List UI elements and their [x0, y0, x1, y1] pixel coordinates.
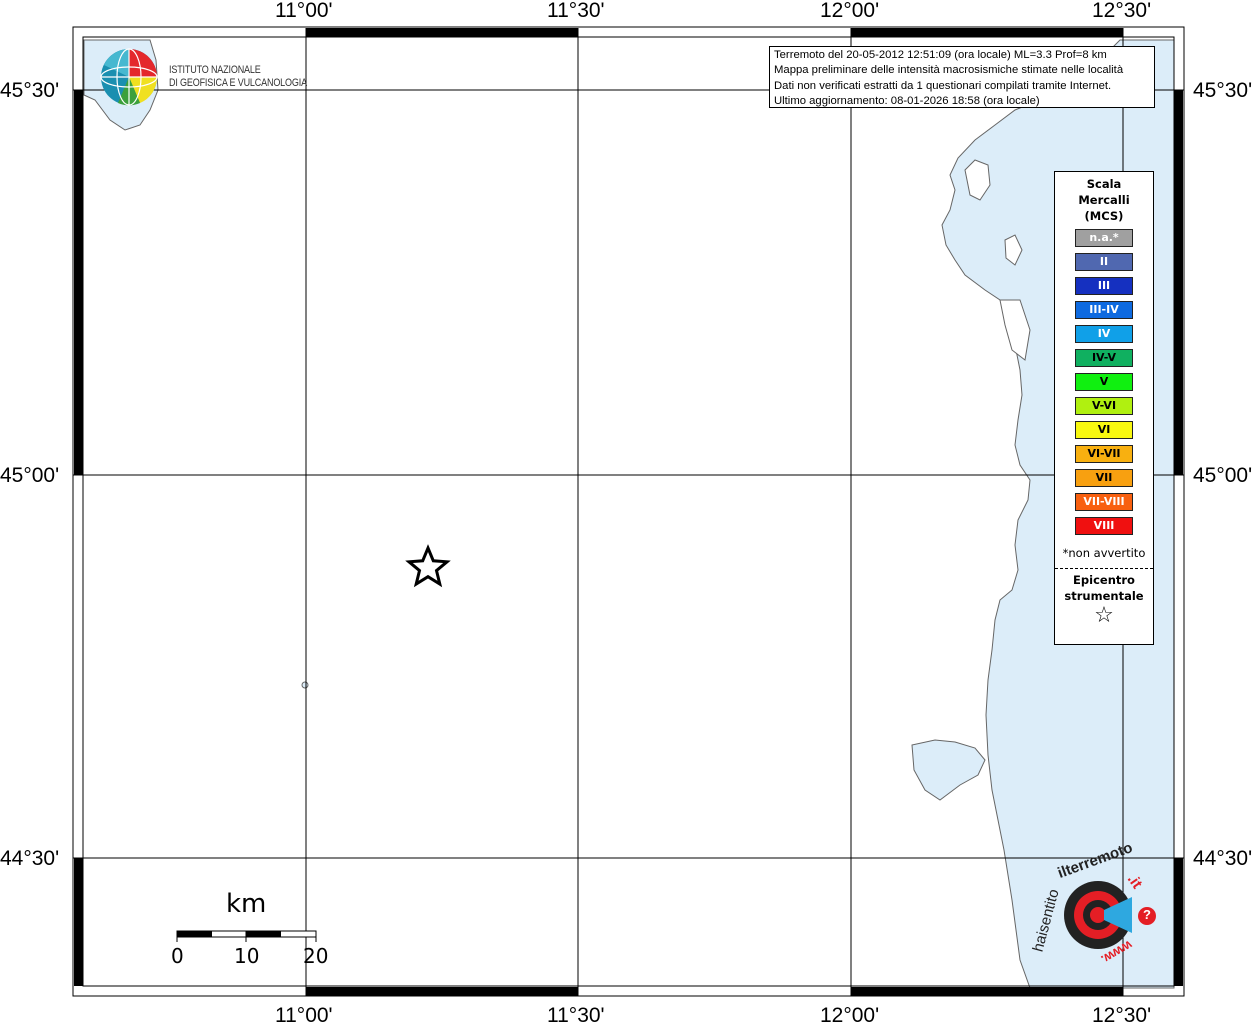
legend-title-line: Mercalli: [1078, 193, 1130, 207]
bottom-lon-label: 12°30': [1092, 1004, 1152, 1027]
legend-title: Scala Mercalli (MCS): [1055, 176, 1153, 224]
legend-item-mcs: V: [1075, 373, 1133, 391]
legend-title-line: (MCS): [1084, 209, 1124, 223]
legend-item-mcs: II: [1075, 253, 1133, 271]
legend-item-mcs: III-IV: [1075, 301, 1133, 319]
legend-epicenter: Epicentro strumentale ☆: [1055, 572, 1153, 628]
right-lat-label: 45°30': [1193, 79, 1253, 102]
legend-item-mcs: IV: [1075, 325, 1133, 343]
top-lon-label: 12°00': [820, 0, 880, 22]
scale-bar-tick: 0: [171, 944, 184, 968]
bottom-lon-label: 12°00': [820, 1004, 880, 1027]
left-lat-label: 45°30': [0, 79, 60, 102]
ingv-logo-text: ISTITUTO NAZIONALE DI GEOFISICA E VULCAN…: [169, 64, 307, 90]
legend-item-mcs: n.a.*: [1075, 229, 1133, 247]
event-info-line: Ultimo aggiornamento: 08-01-2026 18:58 (…: [774, 94, 1040, 107]
legend-item-mcs: VIII: [1075, 517, 1133, 535]
legend-epicenter-label: strumentale: [1064, 589, 1144, 603]
bottom-lon-label: 11°30': [547, 1004, 605, 1027]
top-lon-label: 11°00': [275, 0, 333, 22]
epicenter-star[interactable]: [405, 544, 451, 588]
mcs-legend: Scala Mercalli (MCS) n.a.* II III III-IV IV I…: [1054, 171, 1154, 645]
legend-item-mcs: V-VI: [1075, 397, 1133, 415]
legend-epicenter-label: Epicentro: [1073, 573, 1135, 587]
event-info-line: Mappa preliminare delle intensità macros…: [774, 64, 1124, 77]
comacchio-lagoon: [911, 739, 986, 801]
left-lat-label: 44°30': [0, 847, 60, 870]
scale-bar: [176, 930, 317, 942]
ingv-globe-icon: [100, 48, 158, 106]
scale-bar-unit: km: [226, 889, 267, 919]
scale-bar-tick: 10: [234, 944, 260, 968]
small-lake: [301, 681, 309, 689]
top-lon-label: 11°30': [547, 0, 605, 22]
hsit-logo-qmark: ?: [1143, 907, 1151, 922]
legend-item-mcs: VI: [1075, 421, 1133, 439]
top-lon-label: 12°30': [1092, 0, 1152, 22]
left-lat-label: 45°00': [0, 464, 60, 487]
legend-item-mcs: III: [1075, 277, 1133, 295]
legend-item-mcs: VII-VIII: [1075, 493, 1133, 511]
legend-title-line: Scala: [1086, 177, 1122, 191]
event-info-line: Dati non verificati estratti da 1 questi…: [774, 79, 1112, 92]
right-lat-label: 44°30': [1193, 847, 1253, 870]
ingv-logo-line2: DI GEOFISICA E VULCANOLOGIA: [169, 77, 307, 89]
right-lat-label: 45°00': [1193, 464, 1253, 487]
legend-separator: [1055, 568, 1153, 569]
legend-star-icon: ☆: [1094, 603, 1114, 628]
legend-note: *non avvertito: [1062, 546, 1146, 560]
legend-item-mcs: IV-V: [1075, 349, 1133, 367]
event-info-line: Terremoto del 20-05-2012 12:51:09 (ora l…: [774, 49, 1107, 61]
scale-bar-tick: 20: [303, 944, 329, 968]
legend-item-mcs: VI-VII: [1075, 445, 1133, 463]
legend-item-mcs: VII: [1075, 469, 1133, 487]
bottom-lon-label: 11°00': [275, 1004, 333, 1027]
ingv-logo-line1: ISTITUTO NAZIONALE: [169, 64, 261, 76]
event-info-box: Terremoto del 20-05-2012 12:51:09 (ora l…: [769, 46, 1155, 108]
